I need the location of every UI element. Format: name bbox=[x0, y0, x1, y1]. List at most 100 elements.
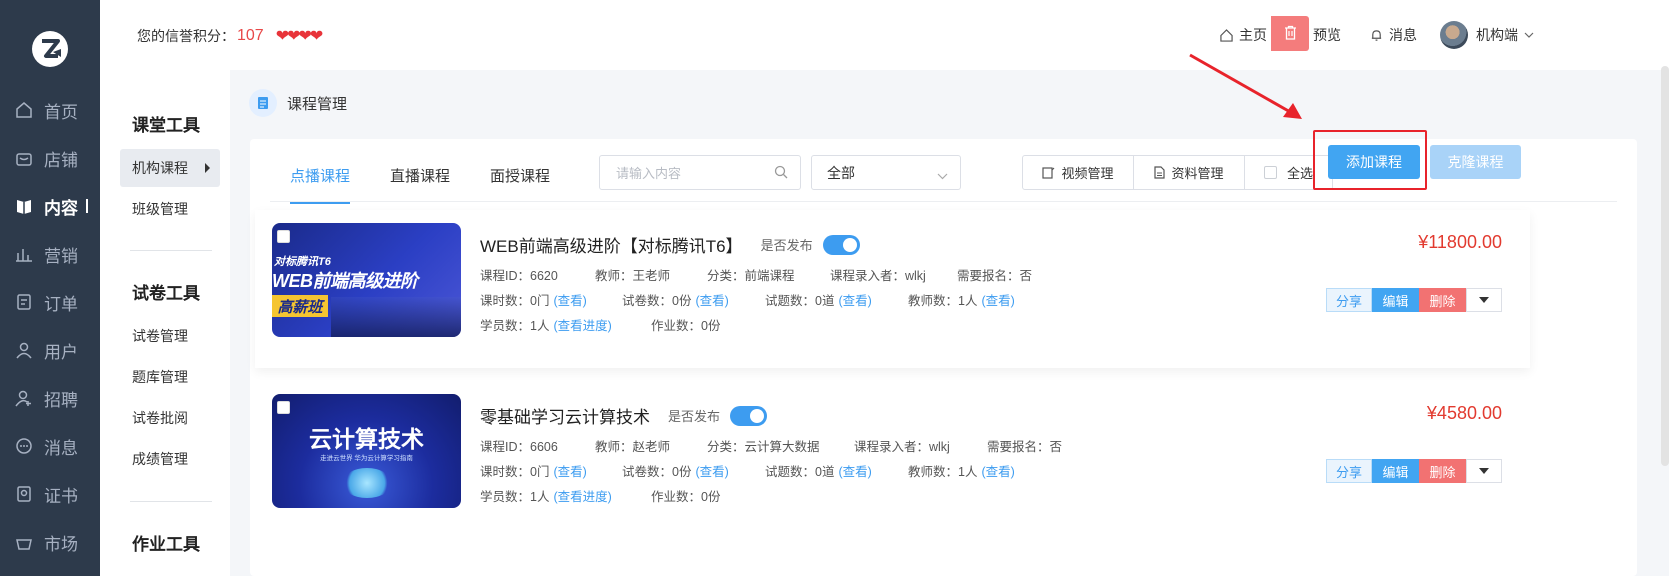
nav-item-content[interactable]: 内容 bbox=[0, 186, 100, 226]
nav-item-home[interactable]: 首页 bbox=[0, 90, 100, 130]
recruit-icon bbox=[14, 388, 34, 408]
search-icon[interactable] bbox=[774, 165, 788, 182]
view-progress-link[interactable]: (查看进度) bbox=[553, 315, 611, 334]
highlight-box bbox=[1313, 130, 1427, 190]
nav-label: 消息 bbox=[44, 438, 78, 458]
view-progress-link[interactable]: (查看进度) bbox=[553, 486, 611, 505]
sidebar-item-class-manage[interactable]: 班级管理 bbox=[120, 190, 220, 228]
course-teacher: 教师：赵老师 bbox=[595, 440, 671, 454]
certificate-icon bbox=[14, 484, 34, 504]
document-icon bbox=[249, 89, 277, 117]
nav-item-recruit[interactable]: 招聘 bbox=[0, 378, 100, 418]
course-id: 课程ID：6620 bbox=[480, 269, 558, 283]
top-bar: 您的信誉积分： 107 ❤❤❤❤ 主页 预览 消息 机构端 bbox=[100, 0, 1669, 70]
course-thumbnail[interactable]: 对标腾讯T6 WEB前端高级进阶 高薪班 bbox=[272, 223, 461, 337]
nav-item-users[interactable]: 用户 bbox=[0, 330, 100, 370]
section-heading: 课堂工具 bbox=[132, 116, 200, 135]
edit-button[interactable]: 编辑 bbox=[1372, 288, 1419, 312]
sidebar-item-paper-manage[interactable]: 试卷管理 bbox=[120, 317, 220, 355]
caret-down-icon bbox=[1479, 468, 1489, 474]
nav-item-orders[interactable]: 订单 bbox=[0, 282, 100, 322]
course-actions: 分享 编辑 删除 bbox=[1326, 288, 1502, 312]
course-meta-row: 课程ID：6606 教师：赵老师 分类：云计算大数据 课程录入者：wlkj 需要… bbox=[480, 436, 1062, 455]
delete-button[interactable]: 删除 bbox=[1419, 459, 1466, 483]
view-link[interactable]: (查看) bbox=[981, 290, 1014, 309]
account-label: 机构端 bbox=[1476, 27, 1518, 43]
question-count: 试题数：0道 bbox=[765, 465, 835, 479]
checkbox[interactable] bbox=[277, 230, 290, 243]
delete-button[interactable]: 删除 bbox=[1419, 288, 1466, 312]
view-link[interactable]: (查看) bbox=[695, 290, 728, 309]
more-dropdown-button[interactable] bbox=[1466, 288, 1502, 312]
nav-item-certificate[interactable]: 证书 bbox=[0, 474, 100, 514]
tab-vod[interactable]: 点播课程 bbox=[290, 165, 351, 204]
thumb-title: 云计算技术 bbox=[309, 426, 424, 452]
nav-label: 店铺 bbox=[44, 150, 78, 170]
account-menu[interactable]: 机构端 bbox=[1440, 21, 1540, 49]
filter-select[interactable]: 全部 bbox=[811, 155, 961, 190]
edit-button[interactable]: 编辑 bbox=[1372, 459, 1419, 483]
more-dropdown-button[interactable] bbox=[1466, 459, 1502, 483]
view-link[interactable]: (查看) bbox=[838, 461, 871, 480]
scrollbar[interactable] bbox=[1661, 66, 1669, 466]
course-signup: 需要报名：否 bbox=[987, 440, 1063, 454]
tab-live[interactable]: 直播课程 bbox=[390, 165, 450, 195]
sidebar-item-bank-manage[interactable]: 题库管理 bbox=[120, 358, 220, 396]
course-teacher: 教师：王老师 bbox=[595, 269, 671, 283]
sidebar-item-score-manage[interactable]: 成绩管理 bbox=[120, 440, 220, 478]
course-recorder: 课程录入者：wlkj bbox=[830, 269, 926, 283]
button-label: 视频管理 bbox=[1061, 166, 1114, 181]
page-title: 课程管理 bbox=[287, 95, 348, 113]
search-input[interactable]: 请输入内容 bbox=[599, 155, 801, 190]
nav-item-store[interactable]: 店铺 bbox=[0, 138, 100, 178]
homework-count: 作业数：0份 bbox=[651, 319, 721, 333]
section-heading: 试卷工具 bbox=[132, 284, 200, 303]
home-link[interactable]: 主页 bbox=[1220, 25, 1267, 45]
active-indicator bbox=[86, 199, 88, 213]
view-link[interactable]: (查看) bbox=[695, 461, 728, 480]
chevron-down-icon bbox=[937, 167, 948, 183]
view-link[interactable]: (查看) bbox=[838, 290, 871, 309]
course-title[interactable]: 零基础学习云计算技术 bbox=[480, 403, 650, 428]
course-thumbnail[interactable]: 云计算技术 走进云世界 华为云计算学习指南 bbox=[272, 394, 461, 508]
share-button[interactable]: 分享 bbox=[1326, 288, 1372, 312]
nav-item-market[interactable]: 市场 bbox=[0, 522, 100, 562]
view-link[interactable]: (查看) bbox=[553, 290, 586, 309]
avatar bbox=[1440, 21, 1468, 49]
video-manage-button[interactable]: 视频管理 bbox=[1023, 156, 1134, 189]
sidebar-item-label: 试卷管理 bbox=[132, 328, 188, 344]
annotation-arrow-icon bbox=[1189, 53, 1302, 119]
publish-toggle[interactable] bbox=[730, 405, 768, 426]
chevron-down-icon bbox=[1524, 32, 1534, 38]
lesson-count: 课时数：0门 bbox=[480, 294, 550, 308]
course-card: 对标腾讯T6 WEB前端高级进阶 高薪班 WEB前端高级进阶【对标腾讯T6】 是… bbox=[255, 210, 1530, 368]
sidebar-item-label: 班级管理 bbox=[132, 201, 188, 217]
material-manage-button[interactable]: 资料管理 bbox=[1134, 156, 1245, 189]
caret-right-icon bbox=[205, 163, 210, 173]
publish-toggle[interactable] bbox=[822, 234, 860, 255]
course-category: 分类：云计算大数据 bbox=[707, 440, 820, 454]
clone-course-button[interactable]: 克隆课程 bbox=[1430, 145, 1521, 179]
tab-offline[interactable]: 面授课程 bbox=[490, 165, 550, 195]
sidebar-item-label: 题库管理 bbox=[132, 369, 188, 385]
view-link[interactable]: (查看) bbox=[981, 461, 1014, 480]
course-id: 课程ID：6606 bbox=[480, 440, 558, 454]
nav-item-messages[interactable]: 消息 bbox=[0, 426, 100, 466]
video-icon bbox=[1042, 166, 1055, 179]
section-heading: 作业工具 bbox=[132, 535, 200, 554]
sidebar-item-paper-review[interactable]: 试卷批阅 bbox=[120, 399, 220, 437]
view-link[interactable]: (查看) bbox=[553, 461, 586, 480]
checkbox[interactable] bbox=[277, 401, 290, 414]
logo-icon[interactable] bbox=[31, 30, 69, 68]
course-title[interactable]: WEB前端高级进阶【对标腾讯T6】 bbox=[480, 232, 743, 257]
credit-score: 您的信誉积分： 107 ❤❤❤❤ bbox=[137, 26, 323, 46]
sidebar-item-org-course[interactable]: 机构课程 bbox=[120, 149, 220, 187]
checkbox[interactable] bbox=[1263, 166, 1277, 179]
order-icon bbox=[14, 292, 34, 312]
messages-link[interactable]: 消息 bbox=[1370, 25, 1417, 45]
publish-label: 是否发布 bbox=[760, 238, 813, 253]
nav-item-marketing[interactable]: 营销 bbox=[0, 234, 100, 274]
skyline-graphic bbox=[331, 297, 461, 337]
share-button[interactable]: 分享 bbox=[1326, 459, 1372, 483]
publish-label: 是否发布 bbox=[668, 409, 721, 424]
